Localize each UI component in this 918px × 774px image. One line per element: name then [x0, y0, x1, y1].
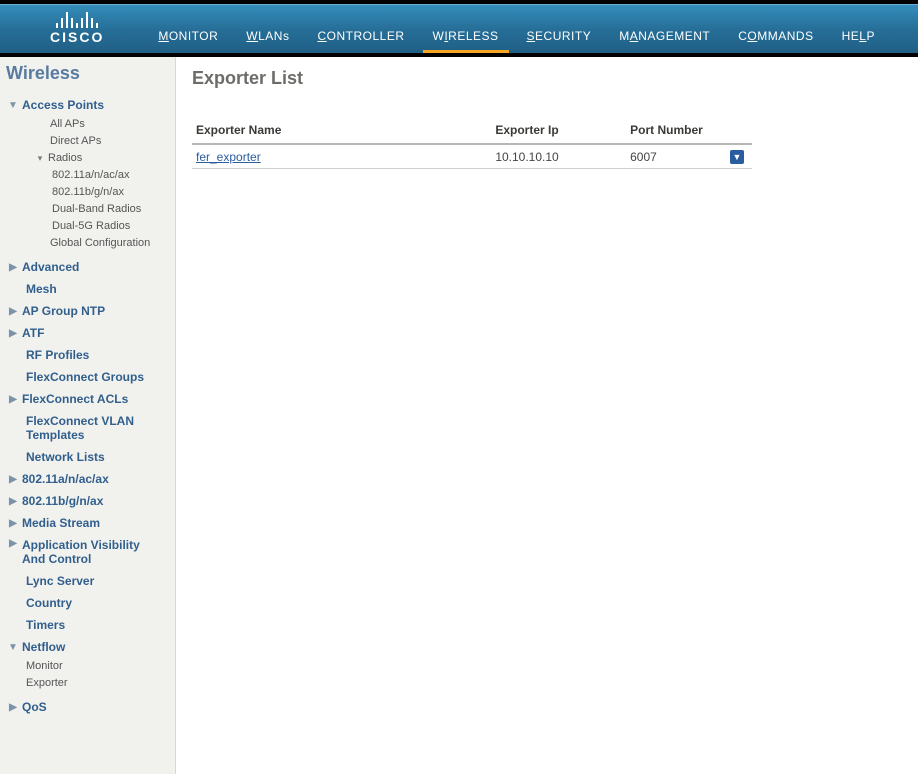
sidebar-ap-group-ntp[interactable]: ▶ AP Group NTP: [4, 300, 173, 322]
sidebar-access-points[interactable]: ▼ Access Points: [4, 94, 173, 116]
sidebar-radio-80211b[interactable]: 802.11b/g/n/ax: [52, 184, 173, 201]
sidebar-rf-profiles[interactable]: RF Profiles: [4, 344, 173, 366]
app-header: CISCO MONITOR WLANs CONTROLLER WIRELESS …: [0, 4, 918, 54]
sidebar-netflow-monitor[interactable]: Monitor: [26, 658, 173, 675]
sidebar-radio-80211a[interactable]: 802.11a/n/ac/ax: [52, 167, 173, 184]
chevron-right-icon: ▶: [8, 496, 18, 507]
chevron-right-icon: ▶: [8, 538, 18, 549]
nav-help[interactable]: HELP: [838, 23, 879, 45]
brand-text: CISCO: [50, 29, 104, 45]
chevron-right-icon: ▶: [8, 394, 18, 405]
sidebar-item-label: Radios: [48, 151, 82, 165]
sidebar-flexconnect-acls[interactable]: ▶ FlexConnect ACLs: [4, 388, 173, 410]
sidebar-item-label: FlexConnect ACLs: [22, 392, 128, 406]
sidebar-80211a[interactable]: ▶ 802.11a/n/ac/ax: [4, 468, 173, 490]
nav-wireless[interactable]: WIRELESS: [429, 23, 503, 45]
exporter-table: Exporter Name Exporter Ip Port Number fe…: [192, 117, 752, 169]
sidebar-avc[interactable]: ▶ Application Visibility And Control: [4, 534, 173, 570]
content-area: Exporter List Exporter Name Exporter Ip …: [176, 54, 918, 774]
chevron-down-icon: ▼: [8, 642, 18, 653]
exporter-port-cell: 6007: [626, 144, 726, 169]
sidebar-mesh[interactable]: Mesh: [4, 278, 173, 300]
chevron-right-icon: ▶: [8, 702, 18, 713]
nav-monitor[interactable]: MONITOR: [154, 23, 222, 45]
sidebar-timers[interactable]: Timers: [4, 614, 173, 636]
col-exporter-ip: Exporter Ip: [491, 117, 626, 144]
sidebar-item-label: AP Group NTP: [22, 304, 105, 318]
chevron-down-icon: ▼: [8, 100, 18, 111]
sidebar-all-aps[interactable]: All APs: [32, 116, 173, 133]
sidebar-flexconnect-vlan[interactable]: FlexConnect VLAN Templates: [4, 410, 154, 446]
nav-security[interactable]: SECURITY: [523, 23, 596, 45]
table-row: fer_exporter 10.10.10.10 6007 ▼: [192, 144, 752, 169]
sidebar-direct-aps[interactable]: Direct APs: [32, 133, 173, 150]
sidebar-lync[interactable]: Lync Server: [4, 570, 173, 592]
sidebar-global-config[interactable]: Global Configuration: [32, 235, 173, 252]
chevron-right-icon: ▶: [8, 306, 18, 317]
sidebar-radio-dual5g[interactable]: Dual-5G Radios: [52, 218, 173, 235]
nav-management[interactable]: MANAGEMENT: [615, 23, 714, 45]
sidebar-item-label: 802.11b/g/n/ax: [22, 494, 103, 508]
sidebar-radio-dualband[interactable]: Dual-Band Radios: [52, 201, 173, 218]
sidebar-item-label: Netflow: [22, 640, 65, 654]
sidebar-item-label: QoS: [22, 700, 47, 714]
sidebar-qos[interactable]: ▶ QoS: [4, 696, 173, 718]
exporter-name-link[interactable]: fer_exporter: [196, 150, 261, 164]
sidebar-item-label: 802.11a/n/ac/ax: [22, 472, 109, 486]
nav-controller[interactable]: CONTROLLER: [313, 23, 408, 45]
sidebar-flexconnect-groups[interactable]: FlexConnect Groups: [4, 366, 173, 388]
sidebar-title: Wireless: [4, 60, 173, 94]
nav-wlans[interactable]: WLANs: [242, 23, 293, 45]
sidebar-atf[interactable]: ▶ ATF: [4, 322, 173, 344]
sidebar-advanced[interactable]: ▶ Advanced: [4, 256, 173, 278]
sidebar-netflow[interactable]: ▼ Netflow: [4, 636, 173, 658]
sidebar-media-stream[interactable]: ▶ Media Stream: [4, 512, 173, 534]
col-port-number: Port Number: [626, 117, 726, 144]
sidebar-item-label: Application Visibility And Control: [22, 538, 162, 566]
col-actions: [726, 117, 752, 144]
page-title: Exporter List: [192, 68, 902, 89]
chevron-right-icon: ▶: [8, 328, 18, 339]
caret-down-icon: ▾: [32, 151, 48, 165]
row-action-dropdown-icon[interactable]: ▼: [730, 150, 744, 164]
col-exporter-name: Exporter Name: [192, 117, 491, 144]
sidebar-item-label: Advanced: [22, 260, 79, 274]
chevron-right-icon: ▶: [8, 262, 18, 273]
sidebar: Wireless ▼ Access Points All APs Direct …: [0, 54, 176, 774]
nav-commands[interactable]: COMMANDS: [734, 23, 817, 45]
sidebar-country[interactable]: Country: [4, 592, 173, 614]
sidebar-network-lists[interactable]: Network Lists: [4, 446, 173, 468]
sidebar-netflow-exporter[interactable]: Exporter: [26, 675, 173, 692]
sidebar-80211b[interactable]: ▶ 802.11b/g/n/ax: [4, 490, 173, 512]
chevron-right-icon: ▶: [8, 474, 18, 485]
cisco-bars-icon: [56, 10, 98, 28]
chevron-right-icon: ▶: [8, 518, 18, 529]
sidebar-radios[interactable]: ▾ Radios: [32, 150, 173, 167]
sidebar-item-label: Media Stream: [22, 516, 100, 530]
sidebar-item-label: ATF: [22, 326, 44, 340]
top-nav: MONITOR WLANs CONTROLLER WIRELESS SECURI…: [124, 23, 879, 53]
brand-logo: CISCO: [0, 10, 124, 53]
exporter-ip-cell: 10.10.10.10: [491, 144, 626, 169]
sidebar-item-label: Access Points: [22, 98, 104, 112]
